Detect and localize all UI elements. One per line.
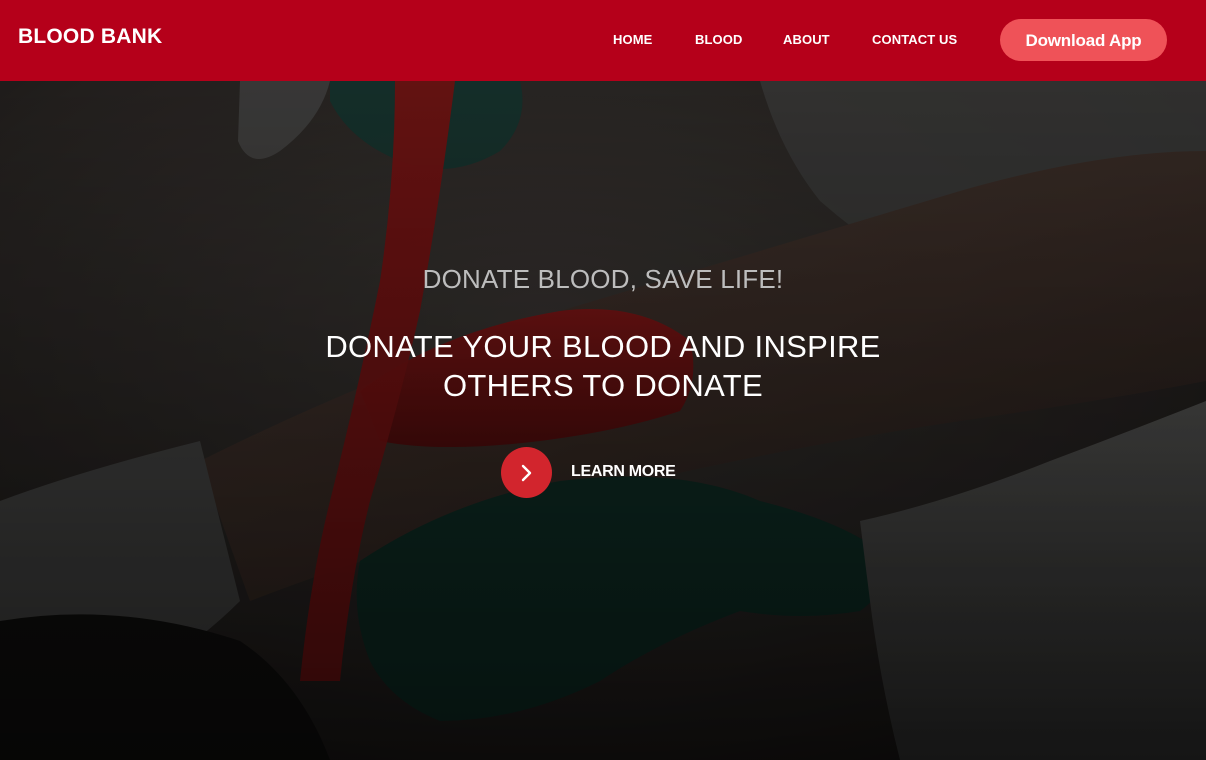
learn-more-label[interactable]: LEARN MORE — [571, 463, 676, 481]
learn-more-button[interactable]: LEARN MORE — [501, 447, 701, 498]
hero-subtitle: DONATE BLOOD, SAVE LIFE! — [422, 264, 784, 294]
nav-contact-link[interactable]: CONTACT US — [872, 32, 957, 47]
download-app-button[interactable]: Download App — [1000, 19, 1167, 61]
nav-blood-link[interactable]: BLOOD — [695, 32, 742, 47]
page: BLOOD BANK HOME BLOOD ABOUT CONTACT US D… — [0, 0, 1206, 760]
hero-headline: DONATE YOUR BLOOD AND INSPIRE OTHERS TO … — [325, 329, 881, 403]
cta-circle[interactable] — [501, 447, 552, 498]
hero-section: DONATE BLOOD, SAVE LIFE! DONATE YOUR BLO… — [0, 81, 1206, 760]
top-navbar: BLOOD BANK HOME BLOOD ABOUT CONTACT US D… — [0, 0, 1206, 81]
nav-about-link[interactable]: ABOUT — [783, 32, 830, 47]
hero-dark-overlay — [0, 81, 1206, 760]
nav-home-link[interactable]: HOME — [613, 32, 652, 47]
brand-logo[interactable]: BLOOD BANK — [18, 25, 162, 49]
chevron-right-icon — [521, 464, 532, 482]
